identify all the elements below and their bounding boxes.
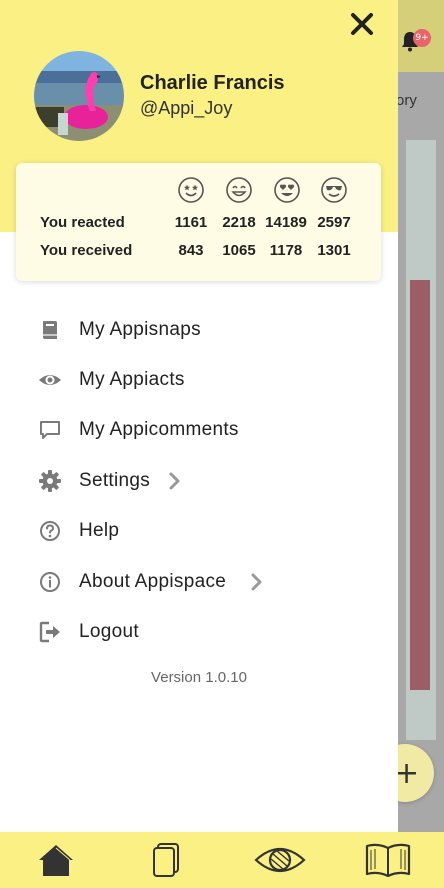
grin-emoji-icon bbox=[226, 177, 252, 203]
received-value: 1178 bbox=[269, 242, 303, 259]
logout-icon bbox=[39, 621, 60, 643]
received-value: 1065 bbox=[222, 242, 256, 259]
avatar[interactable] bbox=[34, 51, 124, 141]
reaction-stats-card: You reacted 1161 2218 14189 2597 You rec… bbox=[16, 163, 381, 281]
menu-label: My Appisnaps bbox=[79, 319, 201, 340]
notification-badge: 9+ bbox=[413, 29, 431, 47]
bottom-nav bbox=[0, 832, 444, 888]
menu-label: My Appiacts bbox=[79, 369, 185, 390]
heart-eyes-emoji-icon bbox=[274, 177, 300, 203]
cards-icon[interactable] bbox=[146, 840, 186, 880]
received-label: You received bbox=[40, 242, 133, 259]
reacted-value: 1161 bbox=[174, 214, 208, 231]
chevron-right-icon bbox=[169, 472, 180, 490]
menu-item-my-appisnaps[interactable]: My Appisnaps bbox=[0, 308, 398, 352]
info-icon bbox=[40, 572, 60, 592]
open-book-icon[interactable] bbox=[364, 840, 412, 880]
question-icon bbox=[40, 521, 60, 541]
eye-icon[interactable] bbox=[254, 840, 306, 880]
profile-handle: @Appi_Joy bbox=[140, 98, 233, 118]
app-version: Version 1.0.10 bbox=[151, 669, 247, 686]
navigation-drawer: Charlie Francis @Appi_Joy You reacted 11… bbox=[0, 0, 398, 832]
book-icon bbox=[43, 321, 57, 339]
eye-icon bbox=[39, 375, 61, 385]
menu-label: Settings bbox=[79, 470, 151, 491]
home-icon[interactable] bbox=[36, 840, 76, 880]
reacted-value: 14189 bbox=[265, 214, 307, 231]
menu-item-logout[interactable]: Logout bbox=[0, 610, 398, 654]
menu-item-about-appispace[interactable]: About Appispace bbox=[0, 560, 398, 604]
gear-icon bbox=[39, 470, 61, 492]
reacted-value: 2218 bbox=[222, 214, 256, 231]
menu-label: My Appicomments bbox=[79, 419, 239, 440]
reacted-value: 2597 bbox=[317, 214, 351, 231]
menu-item-my-appiacts[interactable]: My Appiacts bbox=[0, 358, 398, 402]
received-value: 843 bbox=[178, 242, 204, 259]
menu-label: Help bbox=[79, 520, 120, 541]
background-photo bbox=[410, 280, 430, 690]
menu-item-help[interactable]: Help bbox=[0, 509, 398, 553]
menu-label: Logout bbox=[79, 621, 139, 642]
close-icon[interactable] bbox=[348, 10, 376, 38]
received-value: 1301 bbox=[317, 242, 351, 259]
sunglasses-emoji-icon bbox=[321, 177, 347, 203]
chevron-right-icon bbox=[251, 573, 262, 591]
background-history-tab[interactable]: ory bbox=[396, 92, 417, 109]
menu-item-my-appicomments[interactable]: My Appicomments bbox=[0, 408, 398, 452]
reacted-label: You reacted bbox=[40, 214, 125, 231]
menu-label: About Appispace bbox=[79, 571, 227, 592]
avatar-photo bbox=[34, 51, 124, 141]
comment-icon bbox=[40, 421, 60, 439]
profile-name: Charlie Francis bbox=[140, 72, 285, 94]
menu-item-settings[interactable]: Settings bbox=[0, 459, 398, 503]
star-eyes-emoji-icon bbox=[178, 177, 204, 203]
